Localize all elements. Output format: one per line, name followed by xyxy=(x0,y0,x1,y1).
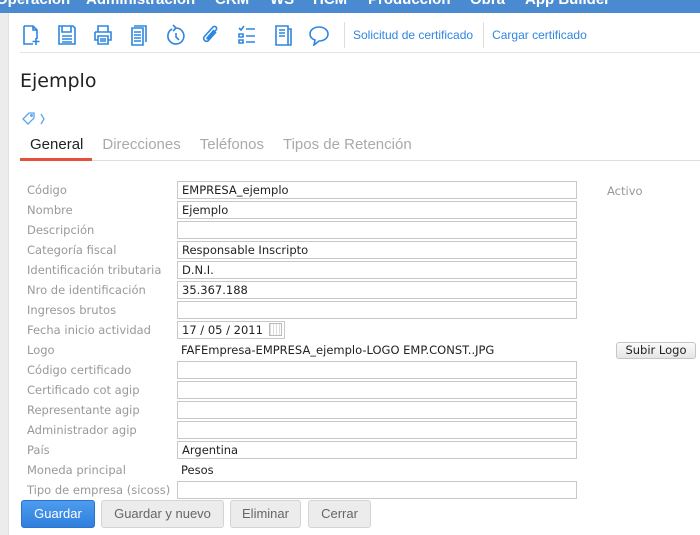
form-row: Fecha inicio actividad 17 / 05 / 2011 xyxy=(27,321,587,339)
form-row: Ingresos brutos xyxy=(27,301,587,319)
calendar-icon[interactable] xyxy=(269,323,282,336)
pais-label: País xyxy=(27,443,50,457)
subir-logo-button[interactable]: Subir Logo xyxy=(616,342,696,359)
menu-ws[interactable]: WS xyxy=(270,0,294,8)
administrador-agip-label: Administrador agip xyxy=(27,423,137,437)
history-icon[interactable] xyxy=(164,24,186,46)
guardar-y-nuevo-button[interactable]: Guardar y nuevo xyxy=(101,500,224,528)
toolbar: Solicitud de certificado Cargar certific… xyxy=(20,20,597,50)
left-sidebar-edge xyxy=(0,13,9,535)
menu-crm[interactable]: CRM xyxy=(215,0,249,8)
date-value: 17 / 05 / 2011 xyxy=(182,323,263,337)
tipo-de-empresa-sicoss-label: Tipo de empresa (sicoss) xyxy=(27,483,171,497)
codigo-label: Código xyxy=(27,183,67,197)
representante-agip-label: Representante agip xyxy=(27,403,140,417)
pais-input[interactable]: Argentina xyxy=(177,441,577,459)
form-row: Administrador agip xyxy=(27,421,587,439)
categoria-fiscal-input[interactable]: Responsable Inscripto xyxy=(177,241,577,259)
categoria-fiscal-label: Categoría fiscal xyxy=(27,243,117,257)
tab-bar: General Direcciones Teléfonos Tipos de R… xyxy=(20,133,700,161)
save-icon[interactable] xyxy=(56,24,78,46)
form-row: Certificado cot agip xyxy=(27,381,587,399)
ingresos-brutos-label: Ingresos brutos xyxy=(27,303,117,317)
nombre-label: Nombre xyxy=(27,203,73,217)
tab-direcciones[interactable]: Direcciones xyxy=(92,133,189,160)
tab-general[interactable]: General xyxy=(20,133,93,161)
identificacion-tributaria-label: Identificación tributaria xyxy=(27,263,162,277)
form-row: Representante agip xyxy=(27,401,587,419)
moneda-principal-label: Moneda principal xyxy=(27,463,126,477)
form-row: Categoría fiscal Responsable Inscripto xyxy=(27,241,587,259)
print-icon[interactable] xyxy=(92,24,114,46)
guardar-button[interactable]: Guardar xyxy=(21,500,95,528)
descripcion-label: Descripción xyxy=(27,223,95,237)
page-title: Ejemplo xyxy=(20,70,97,92)
top-menu-bar: Operación Administración CRM WS HCM Prod… xyxy=(0,0,700,13)
toolbar-divider xyxy=(483,22,485,48)
comment-icon[interactable] xyxy=(308,24,330,46)
form-row: Moneda principal Pesos xyxy=(27,461,587,479)
form-row: País Argentina xyxy=(27,441,587,459)
menu-hcm[interactable]: HCM xyxy=(313,0,347,8)
menu-app-builder[interactable]: App Builder xyxy=(525,0,610,8)
representante-agip-input[interactable] xyxy=(177,401,577,419)
tab-telefonos[interactable]: Teléfonos xyxy=(190,133,273,160)
ingresos-brutos-input[interactable] xyxy=(177,301,577,319)
checklist-icon[interactable] xyxy=(236,24,258,46)
tag-icon[interactable] xyxy=(22,111,46,130)
moneda-principal-value: Pesos xyxy=(181,463,214,477)
activo-label: Activo xyxy=(607,184,643,198)
fecha-inicio-actividad-label: Fecha inicio actividad xyxy=(27,323,151,337)
form-row: Descripción xyxy=(27,221,587,239)
report-icon[interactable] xyxy=(272,24,294,46)
descripcion-input[interactable] xyxy=(177,221,577,239)
form-row: Tipo de empresa (sicoss) xyxy=(27,481,587,499)
administrador-agip-input[interactable] xyxy=(177,421,577,439)
nro-de-identificacion-input[interactable]: 35.367.188 xyxy=(177,281,577,299)
cargar-certificado-link[interactable]: Cargar certificado xyxy=(492,28,587,42)
menu-obra[interactable]: Obra xyxy=(470,0,505,8)
tipo-de-empresa-sicoss-input[interactable] xyxy=(177,481,577,499)
logo-label: Logo xyxy=(27,343,55,357)
nombre-input[interactable]: Ejemplo xyxy=(177,201,577,219)
logo-value: FAFEmpresa-EMPRESA_ejemplo-LOGO EMP.CONS… xyxy=(181,343,495,357)
menu-operacion[interactable]: Operación xyxy=(0,0,70,8)
eliminar-button[interactable]: Eliminar xyxy=(230,500,301,528)
toolbar-divider-line xyxy=(20,52,700,53)
form-row: Identificación tributaria D.N.I. xyxy=(27,261,587,279)
attachment-icon[interactable] xyxy=(200,24,222,46)
menu-produccion[interactable]: Producción xyxy=(368,0,451,8)
form-row: Nombre Ejemplo xyxy=(27,201,587,219)
codigo-certificado-label: Código certificado xyxy=(27,363,132,377)
copy-icon[interactable] xyxy=(128,24,150,46)
certificado-cot-agip-input[interactable] xyxy=(177,381,577,399)
form-row: Código certificado xyxy=(27,361,587,379)
toolbar-divider xyxy=(344,22,345,48)
new-document-icon[interactable] xyxy=(20,24,42,46)
tab-tipos-retencion[interactable]: Tipos de Retención xyxy=(273,133,421,160)
form-row: Logo FAFEmpresa-EMPRESA_ejemplo-LOGO EMP.… xyxy=(27,341,587,359)
form-row: Código EMPRESA_ejemplo xyxy=(27,181,587,199)
codigo-certificado-input[interactable] xyxy=(177,361,577,379)
form-row: Nro de identificación 35.367.188 xyxy=(27,281,587,299)
cerrar-button[interactable]: Cerrar xyxy=(308,500,371,528)
menu-administracion[interactable]: Administración xyxy=(86,0,195,8)
solicitud-certificado-link[interactable]: Solicitud de certificado xyxy=(353,28,473,42)
nro-de-identificacion-label: Nro de identificación xyxy=(27,283,146,297)
certificado-cot-agip-label: Certificado cot agip xyxy=(27,383,140,397)
identificacion-tributaria-input[interactable]: D.N.I. xyxy=(177,261,577,279)
fecha-inicio-actividad-input[interactable]: 17 / 05 / 2011 xyxy=(177,321,285,339)
codigo-input[interactable]: EMPRESA_ejemplo xyxy=(177,181,577,199)
